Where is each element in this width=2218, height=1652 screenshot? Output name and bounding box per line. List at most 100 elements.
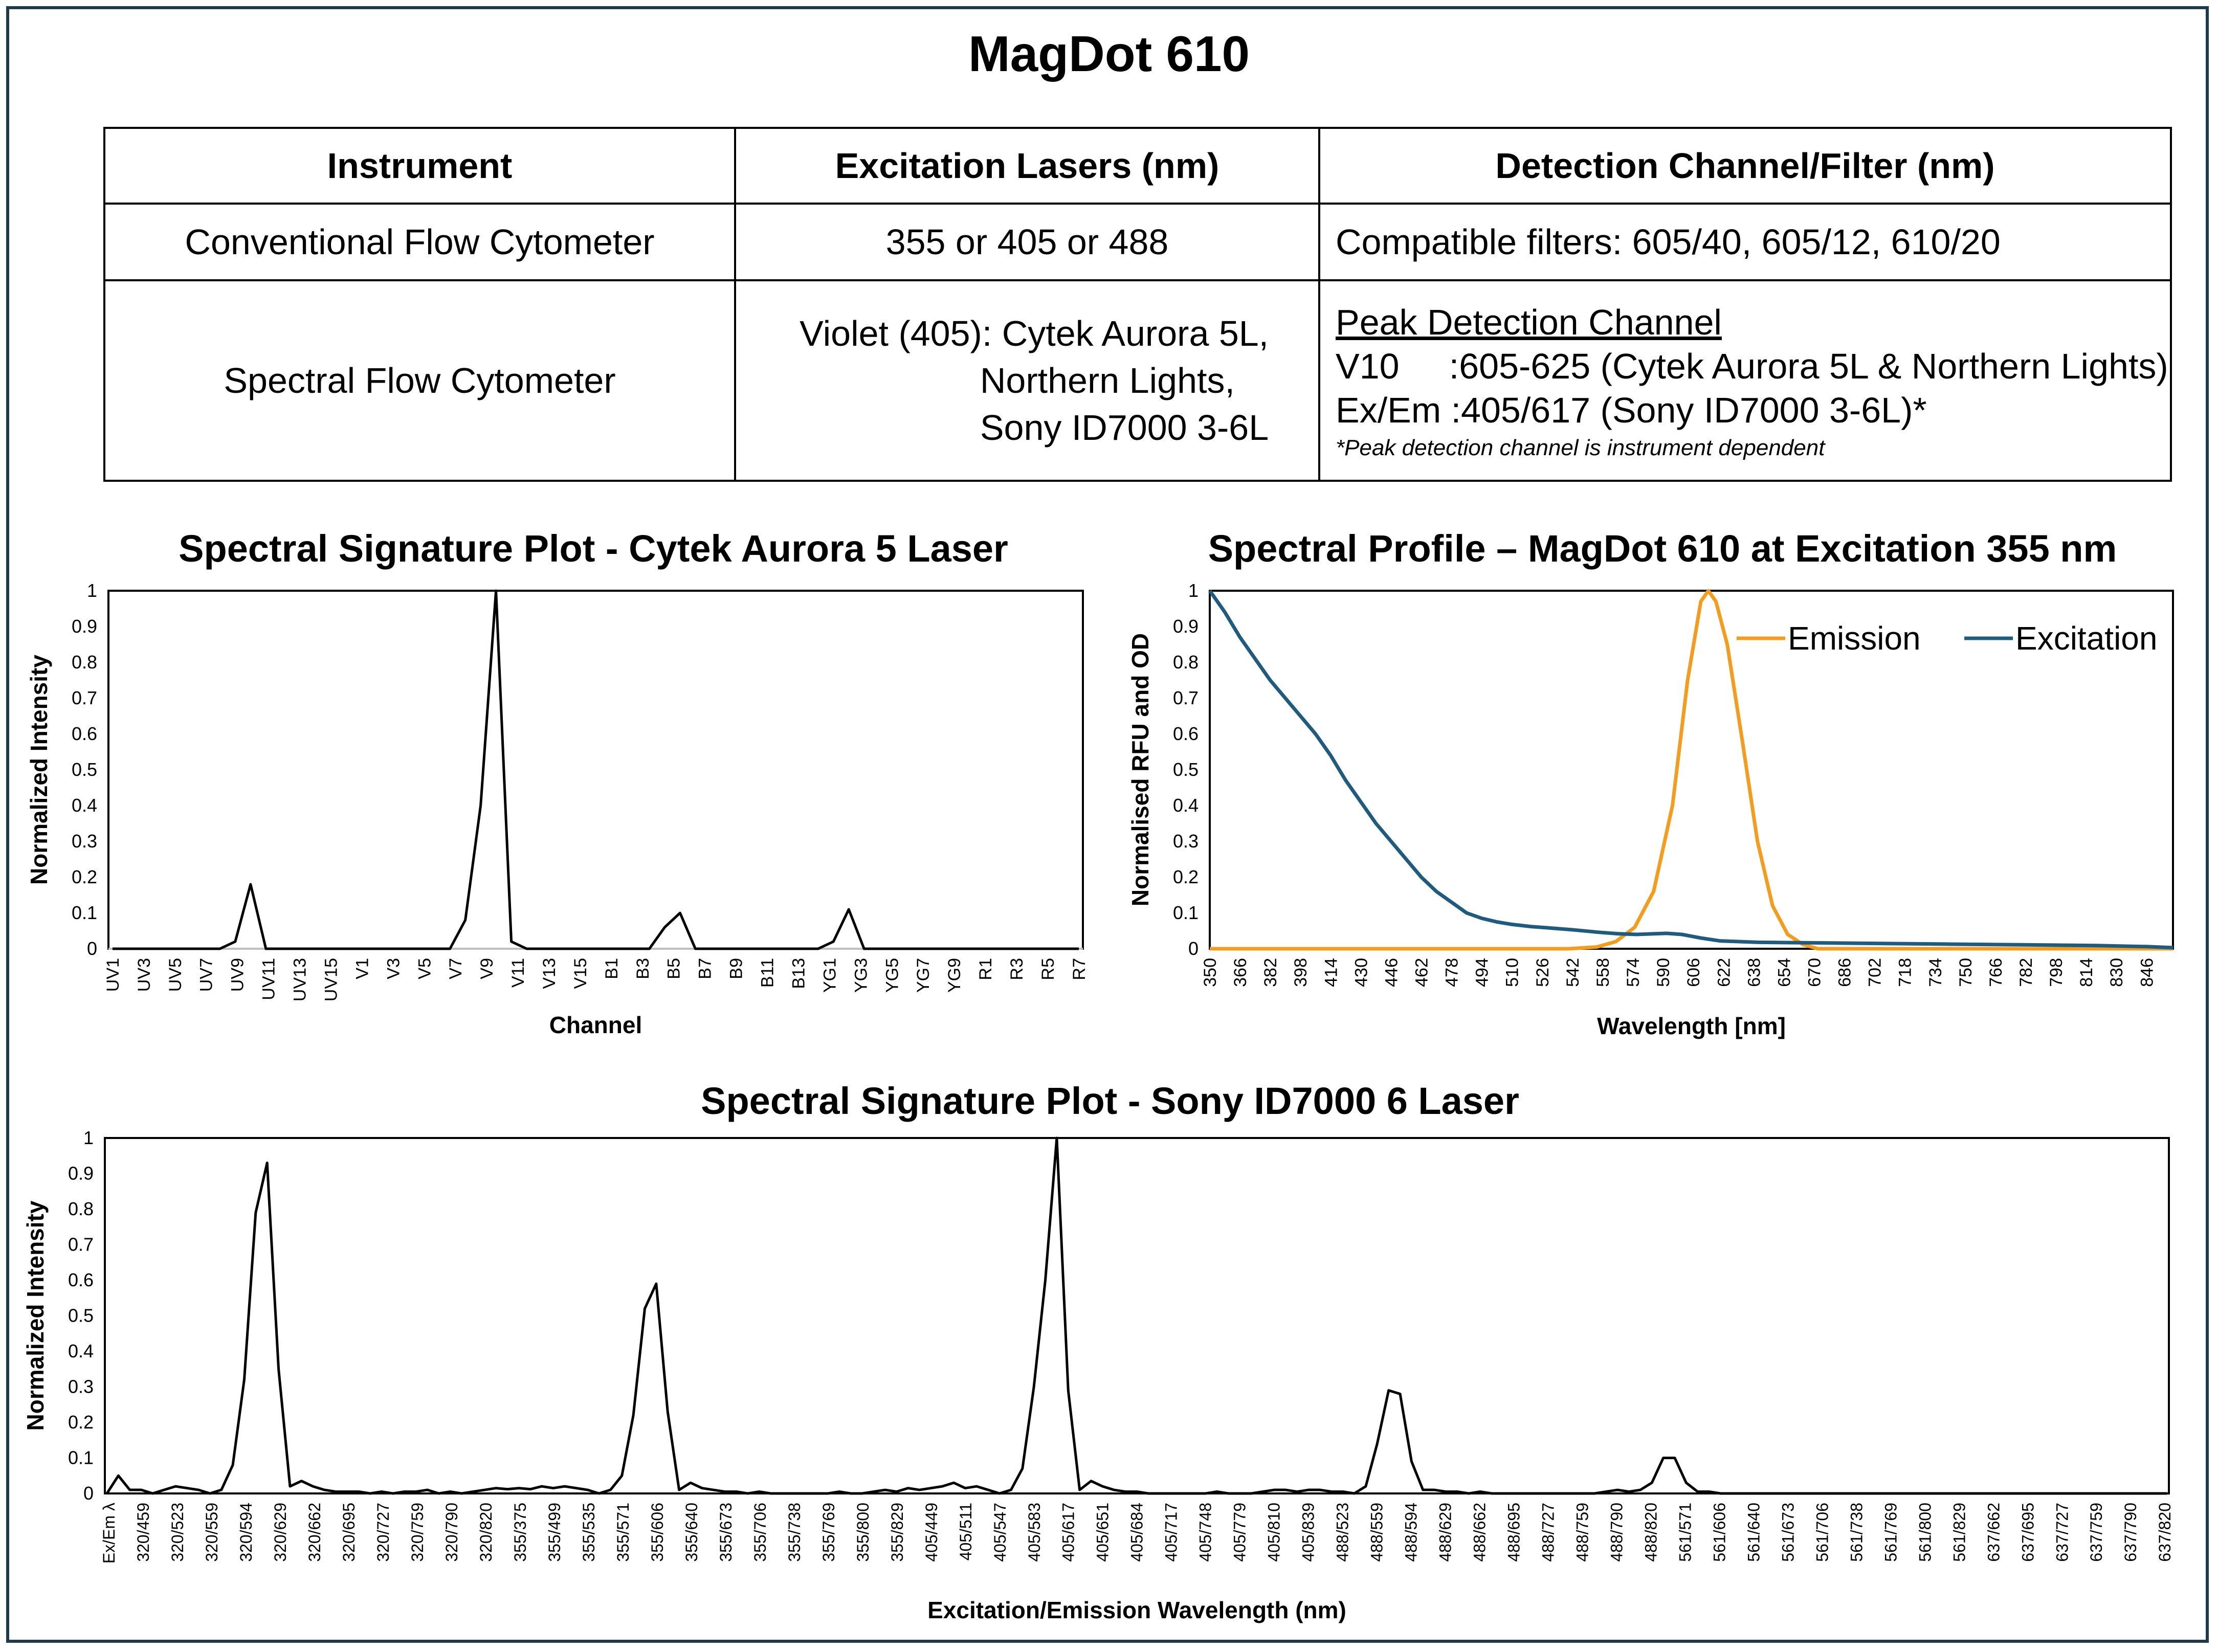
data-point: [1182, 1493, 1183, 1494]
y-tick-label: 0.7: [68, 1234, 94, 1255]
x-tick-label: 637/695: [2019, 1503, 2037, 1562]
data-point: [2075, 1493, 2076, 1494]
x-tick-label: V3: [384, 958, 403, 979]
y-axis-label: Normalized Intensity: [26, 655, 52, 885]
x-tick-label: 320/662: [305, 1503, 324, 1562]
y-tick-label: 1: [83, 1127, 94, 1148]
y-tick-label: 0.6: [72, 723, 97, 744]
data-point: [2155, 1493, 2156, 1494]
x-tick-label: 846: [2137, 958, 2157, 987]
y-tick-label: 0.9: [68, 1163, 94, 1184]
data-point: [2029, 1493, 2030, 1494]
data-point: [664, 927, 665, 928]
data-point: [1869, 1493, 1870, 1494]
x-tick-label: 686: [1835, 958, 1855, 987]
data-point: [1421, 877, 1422, 878]
x-tick-label: 766: [1986, 958, 2006, 987]
x-tick-label: UV5: [166, 958, 185, 992]
x-tick-label: 510: [1503, 958, 1522, 987]
x-tick-label: 320/559: [203, 1503, 221, 1562]
x-tick-label: 637/820: [2156, 1503, 2174, 1562]
x-tick-label: 558: [1593, 958, 1613, 987]
x-tick-label: 561/673: [1779, 1503, 1797, 1562]
data-point: [1045, 1280, 1046, 1281]
x-tick-label: 405/684: [1128, 1503, 1146, 1562]
x-tick-label: UV3: [135, 958, 154, 992]
x-tick-label: 355/769: [819, 1503, 838, 1562]
y-tick-label: 0.6: [68, 1269, 94, 1290]
legend-emission-label: Emission: [1788, 620, 1921, 657]
x-tick-label: 488/523: [1334, 1503, 1352, 1562]
x-tick-label: YG3: [851, 958, 871, 993]
y-tick-label: 0.7: [1173, 687, 1199, 708]
y-tick-label: 0: [1188, 938, 1199, 959]
data-point: [1709, 1491, 1710, 1492]
data-point: [2146, 946, 2147, 947]
data-point: [1537, 1493, 1538, 1494]
data-point: [1757, 841, 1758, 842]
x-tick-label: 488/759: [1573, 1503, 1591, 1562]
x-tick-label: 561/640: [1744, 1503, 1763, 1562]
x-tick-label: R3: [1007, 958, 1027, 980]
data-point: [816, 1493, 817, 1494]
data-point: [1102, 1486, 1103, 1487]
y-tick-label: 0.4: [72, 795, 97, 816]
chart-sony-id7000: 0 0.1 0.2 0.3 0.4 0.5 0.6 0.7 0.8 0.9 1 Normalized …: [22, 1127, 2174, 1623]
data-point: [1548, 1493, 1549, 1494]
x-tick-label: UV11: [259, 958, 279, 1000]
x-tick-label: 561/800: [1916, 1503, 1934, 1562]
data-point: [1583, 1493, 1584, 1494]
data-point: [1514, 1493, 1515, 1494]
x-tick-label: 405/779: [1231, 1503, 1249, 1562]
data-point: [1846, 1493, 1847, 1494]
data-point: [1742, 741, 1743, 742]
header-detection-channel: Detection Channel/Filter (nm): [1318, 127, 2172, 205]
data-point: [1436, 891, 1437, 892]
data-point: [736, 1491, 737, 1492]
x-tick-label: 405/717: [1162, 1503, 1181, 1562]
data-point: [1481, 918, 1482, 919]
data-point: [1331, 1491, 1332, 1492]
x-tick-label: 561/606: [1710, 1503, 1728, 1562]
data-point: [1926, 1493, 1927, 1494]
data-point: [450, 1491, 451, 1492]
x-tick-label: 526: [1533, 958, 1552, 987]
x-tick-label: YG7: [914, 958, 933, 993]
y-tick-label: 0.3: [1173, 831, 1199, 852]
x-tick-label: V1: [352, 958, 372, 979]
lasers-line-1: Violet (405): Cytek Aurora 5L,: [800, 314, 1269, 353]
x-tick-label: 637/662: [1984, 1503, 2003, 1562]
x-tick-label: YG9: [945, 958, 964, 993]
x-tick-label: 355/606: [648, 1503, 667, 1562]
x-tick-label: B13: [789, 958, 808, 989]
x-tick-label: 320/629: [271, 1503, 290, 1562]
page-title: MagDot 610: [968, 26, 1250, 82]
data-point: [1345, 780, 1346, 781]
x-tick-label: 637/759: [2087, 1503, 2105, 1562]
x-tick-label: B11: [758, 958, 778, 988]
data-point: [1068, 1390, 1069, 1391]
data-point: [255, 1212, 256, 1213]
x-tick-label: 561/738: [1847, 1503, 1866, 1562]
x-tick-label: 355/800: [854, 1503, 872, 1562]
data-point: [1720, 1493, 1721, 1494]
x-tick-label: 798: [2047, 958, 2066, 987]
chart2-title: Spectral Profile – MagDot 610 at Excitat…: [1208, 527, 2117, 570]
y-tick-label: 0.2: [68, 1412, 94, 1433]
x-tick-label: 355/499: [545, 1503, 564, 1562]
x-tick-label: 446: [1382, 958, 1401, 987]
lasers-line-3: Sony ID7000 3-6L: [980, 408, 1269, 448]
x-tick-label: 320/459: [134, 1503, 152, 1562]
x-tick-label: 478: [1443, 958, 1462, 987]
x-tick-label: R7: [1070, 958, 1089, 980]
x-tick-label: 488/594: [1402, 1503, 1421, 1562]
data-point: [942, 1486, 943, 1487]
cell-detection-spectral: Peak Detection Channel V10 :605-625 (Cyt…: [1318, 279, 2172, 482]
cell-lasers-spectral: Violet (405): Cytek Aurora 5L, Northern …: [734, 279, 1320, 482]
data-point: [747, 1493, 748, 1494]
y-tick-label: 0.9: [1173, 616, 1199, 637]
data-point: [770, 1493, 771, 1494]
y-tick-label: 0: [87, 938, 97, 959]
data-point: [1743, 1493, 1744, 1494]
x-tick-label: 814: [2077, 958, 2096, 987]
